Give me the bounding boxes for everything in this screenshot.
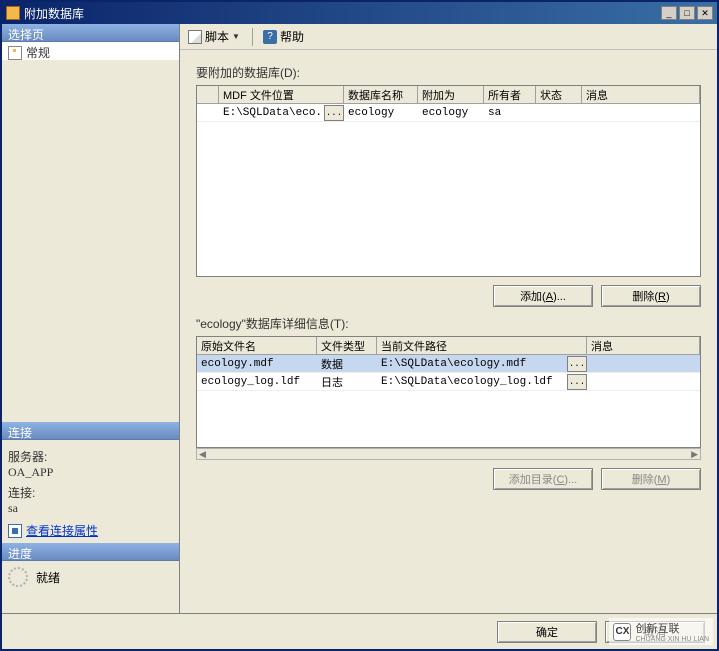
col-message: 消息 — [582, 86, 700, 103]
cell-mdf: E:\SQLData\eco... — [219, 107, 324, 119]
conn-label: 连接: — [8, 484, 173, 501]
minimize-button[interactable]: _ — [661, 6, 677, 20]
conn-value: sa — [8, 501, 173, 516]
remove-file-button: 删除(M) — [601, 468, 701, 490]
progress-status: 就绪 — [36, 569, 60, 586]
details-grid-row[interactable]: ecology.mdf 数据 E:\SQLData\ecology.mdf ..… — [197, 355, 700, 373]
connection-header: 连接 — [2, 422, 179, 440]
toolbar: 脚本 ▼ ? 帮助 — [180, 24, 717, 50]
window-title: 附加数据库 — [24, 5, 661, 22]
scroll-left-icon[interactable]: ◀ — [197, 449, 208, 460]
col-owner: 所有者 — [484, 86, 536, 103]
ok-button[interactable]: 确定 — [497, 621, 597, 643]
dcol-path: 当前文件路径 — [377, 337, 587, 354]
attach-db-label: 要附加的数据库(D): — [196, 64, 701, 81]
col-attach-as: 附加为 — [418, 86, 484, 103]
dcol-type: 文件类型 — [317, 337, 377, 354]
details-grid-header: 原始文件名 文件类型 当前文件路径 消息 — [197, 337, 700, 355]
left-pane: 选择页 常规 连接 服务器: OA_APP 连接: sa 查看连接属性 进度 — [2, 24, 180, 613]
watermark: CX 创新互联 CHUANG XIN HU LIAN — [609, 618, 713, 645]
databases-grid-row[interactable]: E:\SQLData\eco... ... ecology ecology sa — [197, 104, 700, 122]
dcell-type: 日志 — [317, 374, 377, 390]
add-catalog-button: 添加目录(C)... — [493, 468, 593, 490]
col-spacer — [197, 86, 219, 103]
help-label: 帮助 — [280, 28, 304, 45]
script-label: 脚本 — [205, 28, 229, 45]
script-icon — [188, 30, 202, 44]
attach-database-dialog: 附加数据库 _ □ ✕ 选择页 常规 连接 服务器: OA_APP 连接: sa — [0, 0, 719, 651]
nav-item-label: 常规 — [26, 44, 50, 61]
titlebar: 附加数据库 _ □ ✕ — [2, 2, 717, 24]
cell-owner: sa — [484, 107, 536, 119]
script-button[interactable]: 脚本 ▼ — [184, 26, 246, 47]
dcell-path: E:\SQLData\ecology.mdf — [377, 358, 567, 370]
browse-mdf-button[interactable]: ... — [324, 105, 344, 121]
details-label: "ecology"数据库详细信息(T): — [196, 315, 701, 332]
add-button[interactable]: 添加(A)... — [493, 285, 593, 307]
maximize-button[interactable]: □ — [679, 6, 695, 20]
dcell-path: E:\SQLData\ecology_log.ldf — [377, 376, 567, 388]
close-button[interactable]: ✕ — [697, 6, 713, 20]
toolbar-separator — [252, 28, 253, 46]
dcell-orig: ecology.mdf — [197, 358, 317, 370]
connection-block: 服务器: OA_APP 连接: sa 查看连接属性 — [2, 440, 179, 543]
cell-dbname: ecology — [344, 107, 418, 119]
server-label: 服务器: — [8, 448, 173, 465]
details-grid[interactable]: 原始文件名 文件类型 当前文件路径 消息 ecology.mdf 数据 E:\S… — [196, 336, 701, 448]
right-pane: 脚本 ▼ ? 帮助 要附加的数据库(D): MDF 文件位置 — [180, 24, 717, 613]
cell-attach-as: ecology — [418, 107, 484, 119]
dcell-orig: ecology_log.ldf — [197, 376, 317, 388]
watermark-sub: CHUANG XIN HU LIAN — [635, 636, 709, 643]
col-status: 状态 — [536, 86, 582, 103]
view-connection-properties-link[interactable]: 查看连接属性 — [26, 522, 98, 539]
browse-path-button-1[interactable]: ... — [567, 374, 587, 390]
details-h-scrollbar[interactable]: ◀ ▶ — [196, 448, 701, 460]
connection-props-icon — [8, 524, 22, 538]
server-value: OA_APP — [8, 465, 173, 480]
col-mdf: MDF 文件位置 — [219, 86, 344, 103]
dcol-orig: 原始文件名 — [197, 337, 317, 354]
help-icon: ? — [263, 30, 277, 44]
scroll-right-icon[interactable]: ▶ — [689, 449, 700, 460]
select-page-header: 选择页 — [2, 24, 179, 42]
database-icon — [6, 6, 20, 20]
col-dbname: 数据库名称 — [344, 86, 418, 103]
watermark-brand: 创新互联 — [635, 620, 709, 636]
progress-header: 进度 — [2, 543, 179, 561]
browse-path-button-0[interactable]: ... — [567, 356, 587, 372]
watermark-logo: CX — [613, 623, 631, 641]
chevron-down-icon: ▼ — [232, 32, 242, 41]
details-grid-row[interactable]: ecology_log.ldf 日志 E:\SQLData\ecology_lo… — [197, 373, 700, 391]
databases-grid-header: MDF 文件位置 数据库名称 附加为 所有者 状态 消息 — [197, 86, 700, 104]
progress-spinner-icon — [8, 567, 28, 587]
help-button[interactable]: ? 帮助 — [259, 26, 308, 47]
dcol-msg: 消息 — [587, 337, 700, 354]
progress-block: 就绪 — [2, 561, 179, 593]
databases-grid[interactable]: MDF 文件位置 数据库名称 附加为 所有者 状态 消息 E:\SQLData\… — [196, 85, 701, 277]
dcell-type: 数据 — [317, 356, 377, 372]
remove-button[interactable]: 删除(R) — [601, 285, 701, 307]
page-icon — [8, 46, 22, 60]
